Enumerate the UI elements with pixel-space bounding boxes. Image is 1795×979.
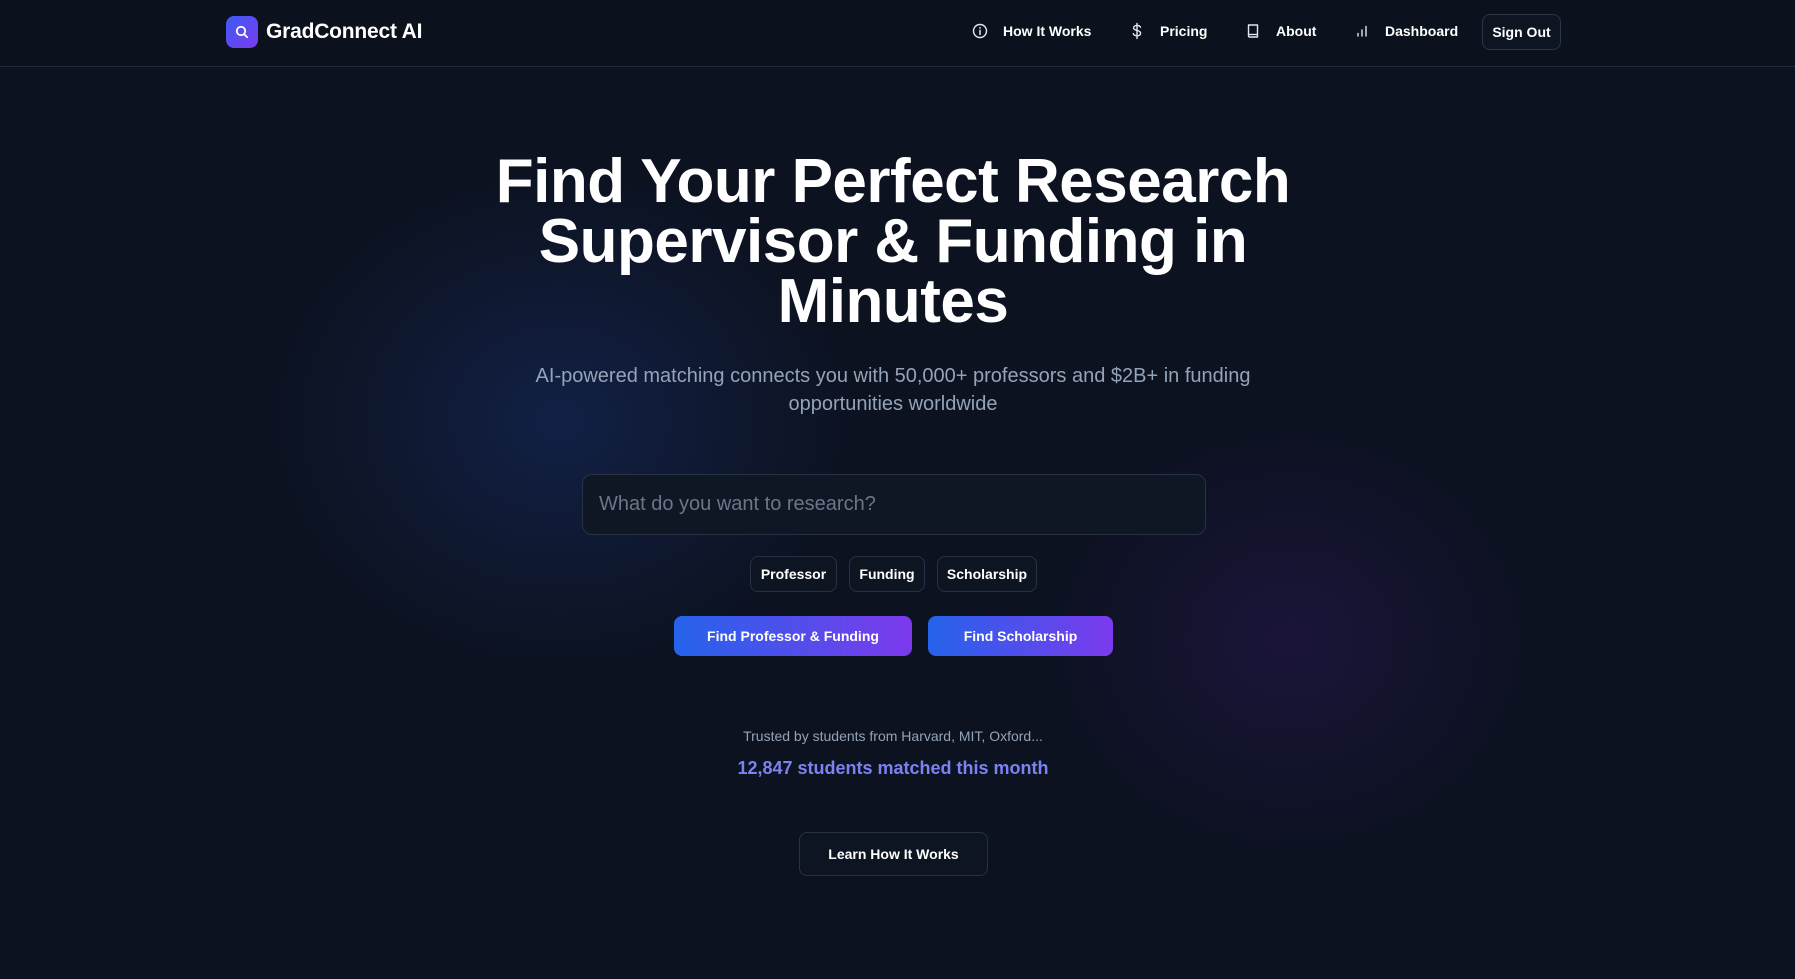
nav-item-label: About [1276,23,1317,39]
students-matched-stat: 12,847 students matched this month [737,758,1049,778]
find-scholarship-button[interactable]: Find Scholarship [928,616,1113,656]
nav-item-label: Dashboard [1385,23,1459,39]
nav-about[interactable]: About [1244,22,1316,40]
learn-how-it-works-button[interactable]: Learn How It Works [799,832,988,876]
nav-item-label: How It Works [1003,23,1092,39]
hero-subtitle: AI-powered matching connects you with 50… [535,365,1251,415]
landing-page: GradConnect AI How It Works Pricing Abou… [0,0,1795,979]
research-search-box[interactable] [582,474,1206,535]
sign-out-button[interactable]: Sign Out [1482,14,1561,50]
filter-funding-chip[interactable]: Funding [849,556,925,592]
book-icon [1244,22,1262,40]
research-search-input[interactable] [599,475,1205,534]
bar-chart-icon [1353,22,1371,40]
brand[interactable]: GradConnect AI [226,16,422,48]
filter-professor-chip[interactable]: Professor [750,556,837,592]
search-icon [226,16,258,48]
nav-dashboard[interactable]: Dashboard [1353,22,1458,40]
find-professor-funding-button[interactable]: Find Professor & Funding [674,616,912,656]
filter-scholarship-chip[interactable]: Scholarship [937,556,1037,592]
hero-title: Find Your Perfect Research Supervisor & … [495,147,1291,336]
nav-item-label: Pricing [1160,23,1208,39]
dollar-icon [1128,22,1146,40]
top-nav: GradConnect AI How It Works Pricing Abou… [0,0,1795,67]
trusted-by-text: Trusted by students from Harvard, MIT, O… [743,728,1043,744]
nav-pricing[interactable]: Pricing [1128,22,1207,40]
brand-name: GradConnect AI [266,20,423,43]
nav-how-it-works[interactable]: How It Works [971,22,1091,40]
info-circle-icon [971,22,989,40]
